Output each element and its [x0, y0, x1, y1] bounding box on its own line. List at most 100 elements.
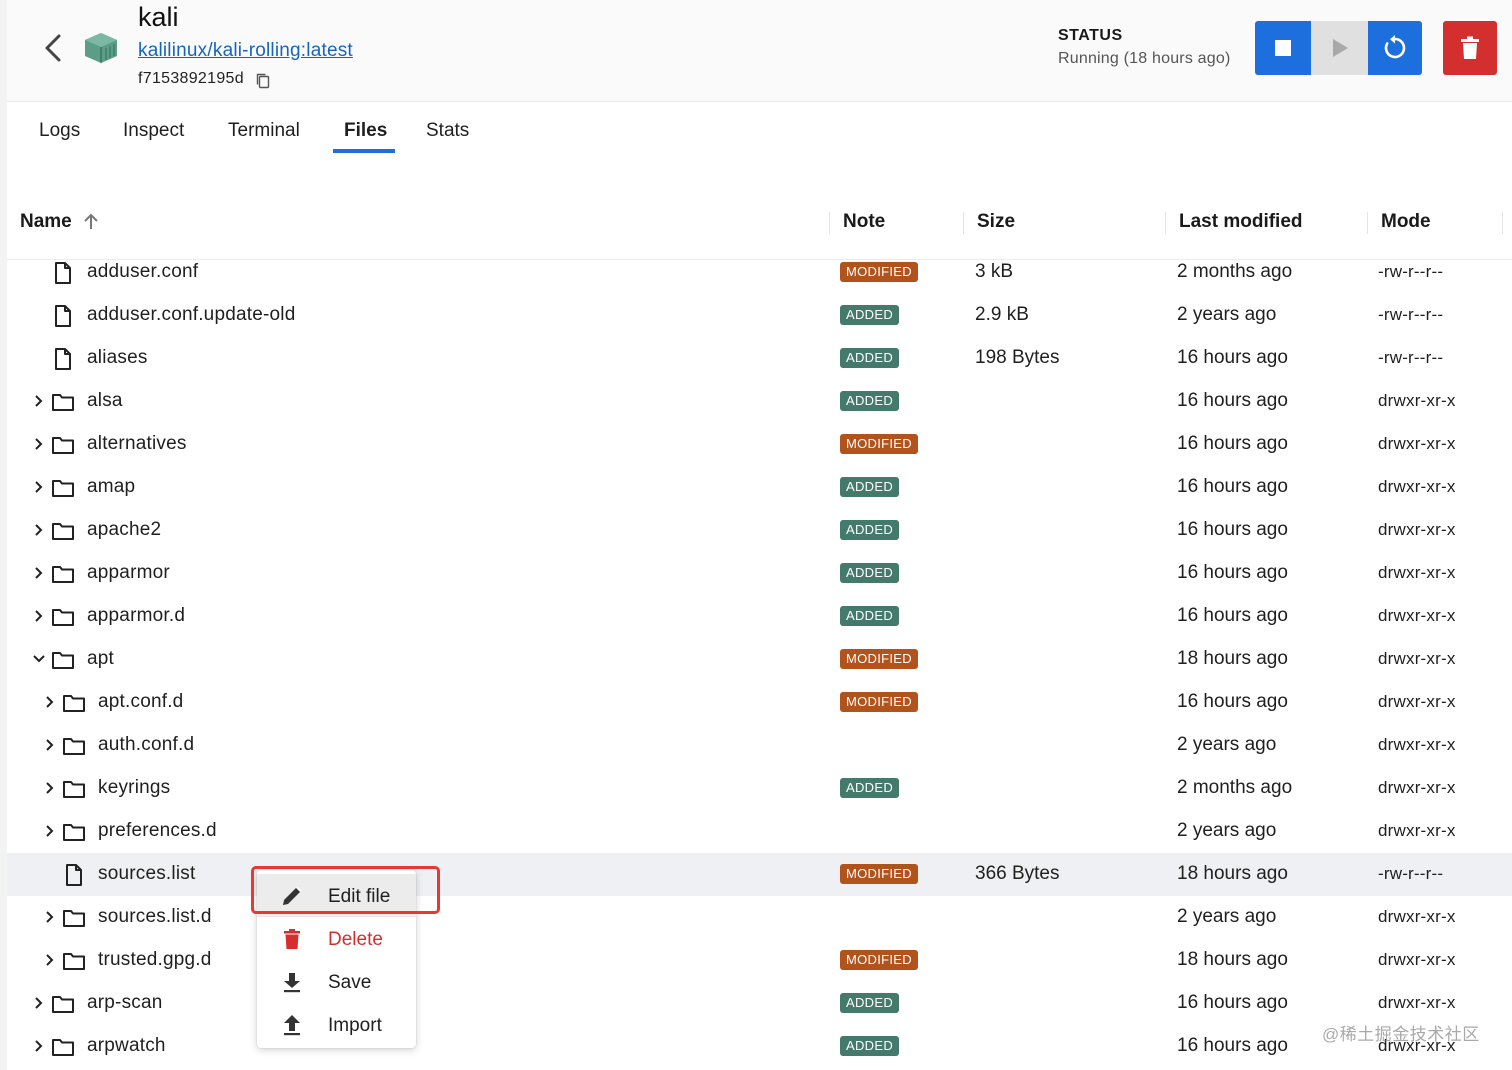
file-name: alsa — [87, 390, 123, 411]
chevron-right-icon[interactable] — [32, 1038, 46, 1054]
container-header: kali kalilinux/kali-rolling:latest f7153… — [7, 0, 1512, 102]
last-modified: 2 years ago — [1177, 906, 1277, 927]
tab-terminal[interactable]: Terminal — [228, 120, 300, 142]
back-arrow-icon[interactable] — [40, 32, 64, 64]
delete-container-button[interactable] — [1443, 21, 1497, 75]
file-row[interactable]: adduser.conf.update-old ADDED 2.9 kB 2 year… — [7, 294, 1512, 337]
status-badge: ADDED — [840, 348, 900, 368]
menu-item-import[interactable]: Import — [257, 1003, 416, 1046]
folder-row[interactable]: apache2 ADDED 16 hours ago drwxr-xr-x — [7, 509, 1512, 552]
sort-ascending-icon[interactable] — [81, 212, 101, 232]
file-mode: -rw-r--r-- — [1378, 864, 1444, 883]
folder-row[interactable]: apparmor ADDED 16 hours ago drwxr-xr-x — [7, 552, 1512, 595]
left-gutter — [0, 0, 7, 1070]
status-badge: ADDED — [840, 778, 900, 798]
chevron-right-icon[interactable] — [32, 995, 46, 1011]
menu-item-label: Edit file — [328, 886, 391, 907]
file-row[interactable]: aliases ADDED 198 Bytes 16 hours ago -rw-r--… — [7, 337, 1512, 380]
file-name: trusted.gpg.d — [98, 949, 212, 970]
status-badge: MODIFIED — [840, 692, 918, 712]
chevron-right-icon[interactable] — [32, 565, 46, 581]
file-size: 2.9 kB — [975, 304, 1029, 325]
file-mode: drwxr-xr-x — [1378, 606, 1456, 625]
folder-row[interactable]: preferences.d 2 years ago drwxr-xr-x — [7, 810, 1512, 853]
column-header-last-modified[interactable]: Last modified — [1179, 211, 1303, 233]
chevron-right-icon[interactable] — [43, 694, 57, 710]
folder-row[interactable]: arp-scan ADDED 16 hours ago drwxr-xr-x — [7, 982, 1512, 1025]
status-badge: MODIFIED — [840, 262, 918, 282]
pencil-icon — [283, 886, 302, 905]
file-name: apache2 — [87, 519, 162, 540]
folder-row[interactable]: apt MODIFIED 18 hours ago drwxr-xr-x — [7, 638, 1512, 681]
chevron-right-icon[interactable] — [43, 909, 57, 925]
status-badge: ADDED — [840, 391, 900, 411]
file-name: sources.list — [98, 863, 196, 884]
file-name: keyrings — [98, 777, 171, 798]
chevron-right-icon[interactable] — [32, 608, 46, 624]
folder-row[interactable]: auth.conf.d 2 years ago drwxr-xr-x — [7, 724, 1512, 767]
folder-row[interactable]: apt.conf.d MODIFIED 16 hours ago drwxr-xr-x — [7, 681, 1512, 724]
upload-icon — [284, 1015, 300, 1036]
column-header-size[interactable]: Size — [977, 211, 1015, 233]
status-badge: MODIFIED — [840, 434, 918, 454]
column-header-name[interactable]: Name — [20, 211, 72, 233]
file-mode: drwxr-xr-x — [1378, 735, 1456, 754]
folder-icon — [63, 953, 85, 970]
tab-files[interactable]: Files — [344, 120, 387, 142]
chevron-down-icon[interactable] — [32, 651, 46, 667]
copy-icon[interactable] — [255, 72, 271, 90]
status-badge: ADDED — [840, 606, 900, 626]
folder-icon — [63, 781, 85, 798]
start-button[interactable] — [1311, 21, 1368, 75]
menu-item-edit-file[interactable]: Edit file — [257, 874, 416, 917]
folder-row[interactable]: apparmor.d ADDED 16 hours ago drwxr-xr-x — [7, 595, 1512, 638]
chevron-right-icon[interactable] — [32, 436, 46, 452]
folder-row[interactable]: amap ADDED 16 hours ago drwxr-xr-x — [7, 466, 1512, 509]
column-header-note[interactable]: Note — [843, 211, 885, 233]
file-name: alternatives — [87, 433, 187, 454]
column-divider — [1502, 212, 1503, 234]
restart-icon — [1384, 35, 1406, 59]
menu-item-save[interactable]: Save — [257, 960, 416, 1003]
chevron-right-icon[interactable] — [32, 393, 46, 409]
column-header-mode[interactable]: Mode — [1381, 211, 1431, 233]
folder-row[interactable]: alternatives MODIFIED 16 hours ago drwxr-xr… — [7, 423, 1512, 466]
folder-row[interactable]: arpwatch ADDED 16 hours ago drwxr-xr-x — [7, 1025, 1512, 1068]
file-row[interactable]: sources.list MODIFIED 366 Bytes 18 hours ag… — [7, 853, 1512, 896]
status-label: STATUS — [1058, 27, 1123, 44]
status-badge: ADDED — [840, 993, 900, 1013]
stop-button[interactable] — [1255, 21, 1311, 75]
folder-row[interactable]: trusted.gpg.d MODIFIED 18 hours ago drwxr-x… — [7, 939, 1512, 982]
folder-row[interactable]: sources.list.d 2 years ago drwxr-xr-x — [7, 896, 1512, 939]
restart-button[interactable] — [1368, 21, 1422, 75]
file-mode: drwxr-xr-x — [1378, 778, 1456, 797]
last-modified: 18 hours ago — [1177, 648, 1288, 669]
menu-item-delete[interactable]: Delete — [257, 917, 416, 960]
last-modified: 2 months ago — [1177, 777, 1293, 798]
folder-icon — [52, 996, 74, 1013]
container-id: f7153892195d — [138, 70, 244, 87]
image-link[interactable]: kalilinux/kali-rolling:latest — [138, 40, 353, 62]
files-table-body: adduser.conf MODIFIED 3 kB 2 months ago -rw-… — [7, 251, 1512, 1068]
folder-icon — [63, 910, 85, 927]
tab-logs[interactable]: Logs — [39, 120, 80, 142]
folder-row[interactable]: keyrings ADDED 2 months ago drwxr-xr-x — [7, 767, 1512, 810]
container-name: kali — [138, 2, 179, 32]
folder-icon — [52, 609, 74, 626]
chevron-right-icon[interactable] — [43, 737, 57, 753]
folder-row[interactable]: alsa ADDED 16 hours ago drwxr-xr-x — [7, 380, 1512, 423]
chevron-right-icon[interactable] — [43, 780, 57, 796]
chevron-right-icon[interactable] — [32, 479, 46, 495]
chevron-right-icon[interactable] — [43, 823, 57, 839]
tab-stats[interactable]: Stats — [426, 120, 469, 142]
chevron-right-icon[interactable] — [43, 952, 57, 968]
tab-inspect[interactable]: Inspect — [123, 120, 184, 142]
file-icon — [66, 864, 82, 886]
context-menu: Edit file Delete Save Import — [257, 870, 416, 1048]
chevron-right-icon[interactable] — [32, 522, 46, 538]
last-modified: 18 hours ago — [1177, 949, 1288, 970]
folder-icon — [63, 695, 85, 712]
last-modified: 2 years ago — [1177, 734, 1277, 755]
file-name: arp-scan — [87, 992, 163, 1013]
file-row[interactable]: adduser.conf MODIFIED 3 kB 2 months ago -rw-… — [7, 251, 1512, 294]
